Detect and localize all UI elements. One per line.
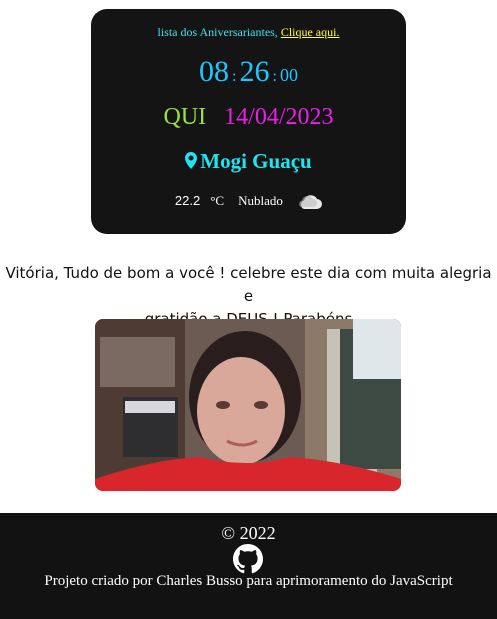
clock-separator: : [232, 68, 237, 85]
message-line-1: Vitória, Tudo de bom a você ! celebre es… [5, 264, 492, 305]
digital-clock: 08:26:00 [91, 55, 406, 89]
clock-seconds: 00 [279, 65, 298, 85]
weather-row: 22.2 °C Nublado [91, 193, 406, 209]
birthday-person-photo [95, 319, 401, 491]
birthday-list-label: lista dos Aniversariantes, [157, 25, 278, 39]
cloud-icon [299, 195, 323, 209]
temperature-unit: °C [210, 193, 225, 208]
clock-card: lista dos Aniversariantes, Clique aqui. 0… [91, 9, 406, 234]
footer: © 2022 Projeto criado por Charles Busso … [0, 513, 497, 619]
current-date: 14/04/2023 [224, 104, 334, 130]
clock-minutes: 26 [239, 55, 270, 88]
city-name: Mogi Guaçu [200, 149, 312, 173]
birthday-list-line: lista dos Aniversariantes, Clique aqui. [91, 25, 406, 40]
clock-hours: 08 [199, 55, 230, 88]
clock-separator: : [272, 68, 277, 85]
birthday-list-link[interactable]: Clique aqui. [281, 25, 340, 39]
date-row: QUI 14/04/2023 [91, 104, 406, 131]
map-marker-icon [185, 152, 198, 169]
temperature: 22.2 [174, 193, 201, 208]
copyright: © 2022 [221, 523, 276, 543]
weekday: QUI [163, 104, 207, 130]
city-label: Mogi Guaçu [91, 149, 406, 174]
footer-credit: Projeto criado por Charles Busso para ap… [44, 573, 453, 589]
github-icon[interactable] [233, 544, 263, 574]
weather-condition: Nublado [238, 193, 283, 208]
photo-illustration [95, 319, 401, 491]
